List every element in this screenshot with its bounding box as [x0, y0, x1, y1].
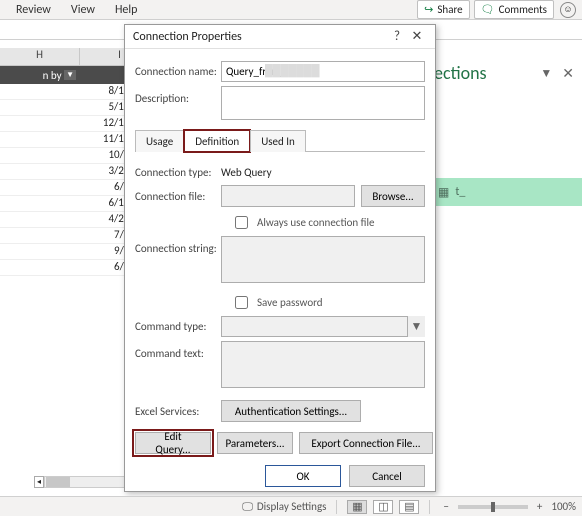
- connection-type-label: Connection type:: [135, 166, 221, 179]
- parameters-button[interactable]: Parameters...: [217, 432, 293, 454]
- connection-properties-dialog: Connection Properties ? ✕ Connection nam…: [124, 24, 436, 492]
- ok-button[interactable]: OK: [265, 465, 341, 487]
- command-type-label: Command type:: [135, 320, 221, 333]
- zoom-slider-knob[interactable]: [491, 502, 495, 512]
- connection-name-label: Connection name:: [135, 65, 221, 78]
- export-connection-file-button[interactable]: Export Connection File...: [299, 432, 433, 454]
- command-text-label: Command text:: [135, 341, 221, 360]
- connection-string-label: Connection string:: [135, 236, 221, 255]
- always-use-connection-file-checkbox[interactable]: [235, 216, 248, 229]
- tab-usage[interactable]: Usage: [135, 130, 184, 152]
- view-page-break-icon[interactable]: ▤: [399, 500, 419, 514]
- col-header-h[interactable]: H: [0, 48, 80, 65]
- zoom-out-button[interactable]: −: [440, 500, 451, 513]
- scroll-left-arrow[interactable]: ◂: [34, 476, 44, 488]
- scroll-thumb[interactable]: [46, 477, 70, 487]
- comments-label: Comments: [499, 3, 547, 16]
- tab-used-in[interactable]: Used In: [250, 130, 306, 152]
- save-password-checkbox[interactable]: [235, 296, 248, 309]
- dialog-close-icon[interactable]: ✕: [407, 29, 427, 44]
- command-type-select[interactable]: [221, 316, 425, 337]
- authentication-settings-button[interactable]: Authentication Settings...: [221, 400, 361, 422]
- excel-services-label: Excel Services:: [135, 405, 221, 418]
- connections-task-pane: ections ▼ ✕ ▦ t_: [432, 48, 582, 496]
- task-pane-title: ections: [434, 62, 487, 84]
- connection-name-input[interactable]: [221, 61, 425, 82]
- description-input[interactable]: [221, 86, 425, 120]
- monitor-icon: 🖵: [242, 500, 253, 514]
- table-header-cell[interactable]: n by ▼: [0, 66, 80, 84]
- connection-file-input: [221, 185, 355, 207]
- description-label: Description:: [135, 86, 221, 105]
- table-icon: ▦: [438, 185, 449, 200]
- share-label: Share: [437, 3, 462, 16]
- comment-icon: 🗨: [481, 3, 495, 16]
- feedback-smiley-icon[interactable]: ☺: [560, 2, 576, 18]
- save-password-label: Save password: [257, 296, 323, 309]
- share-button[interactable]: ↪ Share: [417, 0, 469, 19]
- edit-query-button[interactable]: Edit Query...: [135, 432, 211, 454]
- connection-type-value: Web Query: [221, 164, 425, 181]
- dialog-footer: OK Cancel: [125, 461, 435, 491]
- command-text-input: [221, 341, 425, 388]
- dialog-tabs: Usage Definition Used In: [135, 130, 425, 152]
- dialog-titlebar: Connection Properties ? ✕: [125, 25, 435, 49]
- always-use-connection-file-label: Always use connection file: [257, 216, 374, 229]
- filter-dropdown-icon[interactable]: ▼: [64, 70, 76, 80]
- view-page-layout-icon[interactable]: ◫: [373, 500, 393, 514]
- display-settings-label: Display Settings: [257, 500, 327, 513]
- dialog-title: Connection Properties: [133, 30, 387, 44]
- connection-string-input: [221, 236, 425, 283]
- zoom-percent[interactable]: 100%: [551, 500, 576, 513]
- ribbon-tab-help[interactable]: Help: [105, 3, 148, 17]
- connection-item-label: t_: [455, 185, 465, 199]
- task-pane-menu-dropdown[interactable]: ▼: [540, 66, 552, 81]
- share-icon: ↪: [424, 3, 433, 16]
- task-pane-close-icon[interactable]: ✕: [562, 65, 574, 82]
- ribbon-tabs: Review View Help ↪ Share 🗨 Comments ☺: [0, 0, 582, 20]
- browse-button[interactable]: Browse...: [361, 185, 425, 207]
- view-normal-icon[interactable]: ▦: [347, 500, 367, 514]
- cancel-button[interactable]: Cancel: [349, 465, 425, 487]
- display-settings-button[interactable]: 🖵 Display Settings: [242, 500, 326, 514]
- tab-definition[interactable]: Definition: [184, 130, 250, 152]
- zoom-in-button[interactable]: +: [534, 500, 545, 513]
- zoom-slider[interactable]: [458, 505, 528, 509]
- ribbon-tab-view[interactable]: View: [61, 3, 105, 17]
- status-bar: 🖵 Display Settings ▦ ◫ ▤ − + 100%: [0, 496, 582, 516]
- connection-file-label: Connection file:: [135, 190, 221, 203]
- dialog-help-icon[interactable]: ?: [387, 29, 407, 44]
- chevron-down-icon[interactable]: ▼: [407, 316, 425, 337]
- selected-connection-item[interactable]: ▦ t_: [432, 178, 582, 206]
- comments-button[interactable]: 🗨 Comments: [474, 0, 554, 19]
- ribbon-tab-review[interactable]: Review: [6, 3, 61, 17]
